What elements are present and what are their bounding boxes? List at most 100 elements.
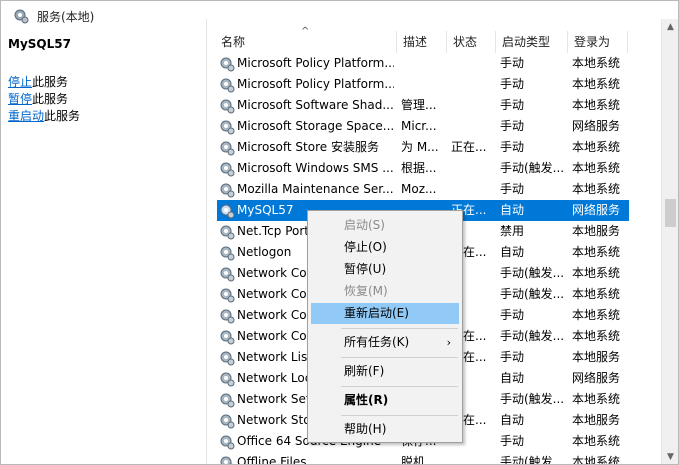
logon-as-cell: 本地系统 — [572, 98, 621, 112]
logon-as-cell: 本地系统 — [572, 77, 621, 91]
menu-item-label: 恢复(M) — [344, 284, 388, 298]
menu-separator — [341, 328, 458, 329]
menu-item-5[interactable]: 所有任务(K) › — [311, 332, 459, 353]
logon-as-cell: 本地系统 — [572, 434, 621, 448]
gear-icon — [219, 350, 235, 366]
stop-service-link[interactable]: 停止 — [8, 75, 32, 89]
startup-type-cell: 手动 — [500, 350, 525, 364]
startup-type-cell: 手动 — [500, 182, 525, 196]
startup-type-cell: 禁用 — [500, 224, 525, 238]
logon-as-cell: 本地系统 — [572, 56, 621, 70]
service-name-cell: Microsoft Software Shad... — [237, 98, 394, 112]
logon-as-cell: 本地系统 — [572, 455, 621, 465]
startup-type-cell: 手动(触发... — [500, 392, 565, 406]
startup-type-cell: 手动 — [500, 308, 525, 322]
gear-icon — [219, 203, 235, 219]
restart-service-link[interactable]: 重启动 — [8, 109, 44, 123]
gear-icon — [219, 392, 235, 408]
table-row[interactable]: Microsoft Software Shad... 管理... 手动 本地系统 — [217, 95, 629, 116]
logon-as-cell: 本地系统 — [572, 161, 621, 175]
startup-type-cell: 手动(触发... — [500, 287, 565, 301]
logon-as-cell: 本地系统 — [572, 308, 621, 322]
menu-item-8[interactable]: 帮助(H) — [311, 419, 459, 440]
startup-type-cell: 手动 — [500, 56, 525, 70]
menu-item-label: 暂停(U) — [344, 262, 387, 276]
startup-type-cell: 手动 — [500, 98, 525, 112]
table-row[interactable]: Microsoft Policy Platform... 手动 本地系统 — [217, 53, 629, 74]
description-cell: Micr... — [401, 119, 437, 133]
menu-item-6[interactable]: 刷新(F) — [311, 361, 459, 382]
gear-icon — [219, 266, 235, 282]
scroll-up-icon[interactable]: ▲ — [662, 19, 678, 36]
scrollbar-thumb[interactable] — [665, 199, 676, 227]
service-name-cell: Microsoft Policy Platform... — [237, 77, 394, 91]
gear-icon — [219, 413, 235, 429]
gear-icon — [219, 329, 235, 345]
description-cell: Moz... — [401, 182, 437, 196]
description-cell: 为 M... — [401, 140, 439, 154]
menu-separator — [341, 386, 458, 387]
column-header-name[interactable]: 名称 — [215, 31, 397, 53]
table-row[interactable]: Microsoft Policy Platform... 手动 本地系统 — [217, 74, 629, 95]
column-header-logon[interactable]: 登录为 — [568, 31, 628, 53]
description-cell: 管理... — [401, 98, 437, 112]
startup-type-cell: 自动 — [500, 371, 525, 385]
logon-as-cell: 网络服务 — [572, 203, 621, 217]
startup-type-cell: 手动 — [500, 119, 525, 133]
service-name-cell: Mozilla Maintenance Ser... — [237, 182, 394, 196]
action-pause: 暂停此服务 — [8, 90, 68, 107]
column-header-startup-type[interactable]: 启动类型 — [496, 31, 568, 53]
service-name-cell: Microsoft Storage Space... — [237, 119, 394, 133]
gear-icon — [219, 140, 235, 156]
gear-icon — [219, 455, 235, 464]
menu-item-label: 帮助(H) — [344, 422, 387, 436]
action-stop: 停止此服务 — [8, 73, 68, 90]
service-name-cell: Microsoft Store 安装服务 — [237, 140, 379, 154]
gear-icon — [219, 182, 235, 198]
menu-item-2[interactable]: 暂停(U) — [311, 259, 459, 280]
logon-as-cell: 本地系统 — [572, 245, 621, 259]
menu-separator — [341, 415, 458, 416]
gear-icon — [219, 56, 235, 72]
logon-as-cell: 本地系统 — [572, 182, 621, 196]
menu-item-0[interactable]: 启动(S) — [311, 215, 459, 236]
menu-item-1[interactable]: 停止(O) — [311, 237, 459, 258]
pane-title: 服务(本地) — [37, 10, 95, 24]
scroll-down-icon[interactable]: ▼ — [662, 449, 678, 464]
logon-as-cell: 本地系统 — [572, 392, 621, 406]
vertical-scrollbar[interactable]: ▲ ▼ — [661, 19, 678, 464]
menu-item-3[interactable]: 恢复(M) — [311, 281, 459, 302]
logon-as-cell: 网络服务 — [572, 119, 621, 133]
gear-icon — [219, 224, 235, 240]
menu-item-label: 属性(R) — [344, 393, 389, 407]
menu-item-label: 重新启动(E) — [344, 306, 409, 320]
table-row[interactable]: Microsoft Windows SMS ... 根据... 手动(触发... 本地… — [217, 158, 629, 179]
table-row[interactable]: Microsoft Store 安装服务 为 M... 正在... 手动 本地系统 — [217, 137, 629, 158]
table-row[interactable]: Microsoft Storage Space... Micr... 手动 网络服务 — [217, 116, 629, 137]
pause-service-link[interactable]: 暂停 — [8, 92, 32, 106]
startup-type-cell: 手动(触发... — [500, 161, 565, 175]
startup-type-cell: 手动 — [500, 434, 525, 448]
menu-separator — [341, 357, 458, 358]
startup-type-cell: 手动(触发... — [500, 266, 565, 280]
startup-type-cell: 自动 — [500, 413, 525, 427]
column-header-description[interactable]: 描述 — [397, 31, 447, 53]
selected-service-name: MySQL57 — [8, 37, 71, 51]
column-header-status[interactable]: 状态 — [447, 31, 496, 53]
gear-icon — [219, 245, 235, 261]
gear-icon — [219, 98, 235, 114]
action-suffix: 此服务 — [32, 75, 69, 89]
logon-as-cell: 本地系统 — [572, 329, 621, 343]
table-row[interactable]: Mozilla Maintenance Ser... Moz... 手动 本地系统 — [217, 179, 629, 200]
logon-as-cell: 本地服务 — [572, 350, 621, 364]
menu-item-4[interactable]: 重新启动(E) — [311, 303, 459, 324]
description-pane: MySQL57 停止此服务 暂停此服务 重启动 此服务 — [1, 31, 206, 464]
gear-icon — [219, 308, 235, 324]
menu-item-label: 所有任务(K) — [344, 335, 410, 349]
menu-item-7[interactable]: 属性(R) — [311, 390, 459, 411]
gear-icon — [219, 287, 235, 303]
services-window: 服务(本地) MySQL57 停止此服务 暂停此服务 重启动此服务 ^ 名称 描… — [0, 0, 679, 465]
startup-type-cell: 手动 — [500, 140, 525, 154]
status-cell: 正在... — [451, 140, 487, 154]
table-row[interactable]: Offline Files 脱机... 手动(触发... 本地系统 — [217, 452, 629, 465]
